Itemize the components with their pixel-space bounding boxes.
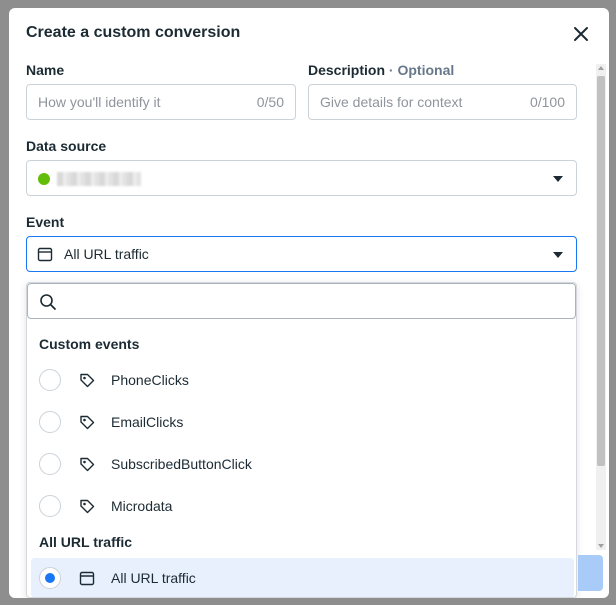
- tag-icon: [80, 415, 95, 430]
- description-placeholder: Give details for context: [320, 94, 463, 110]
- search-icon: [40, 294, 56, 310]
- event-selected-value: All URL traffic: [64, 246, 149, 262]
- option-label: EmailClicks: [111, 414, 184, 430]
- chevron-down-icon: [553, 176, 563, 182]
- radio-button-selected[interactable]: [39, 567, 61, 589]
- description-label: Description · Optional: [308, 62, 454, 78]
- dialog-header: Create a custom conversion: [9, 8, 609, 60]
- data-source-label: Data source: [26, 138, 107, 154]
- optional-tag: Optional: [397, 62, 455, 78]
- all-url-traffic-heading: All URL traffic: [39, 534, 133, 550]
- option-label: Microdata: [111, 498, 173, 514]
- option-emailclicks[interactable]: EmailClicks: [31, 402, 574, 442]
- name-placeholder: How you'll identify it: [38, 94, 161, 110]
- event-dropdown-menu: Custom events PhoneClicks EmailClicks Su…: [26, 282, 577, 598]
- close-icon: [574, 27, 588, 41]
- tag-icon: [80, 499, 95, 514]
- dialog-title: Create a custom conversion: [26, 24, 241, 41]
- description-input[interactable]: Give details for context 0/100: [308, 84, 577, 120]
- name-input[interactable]: How you'll identify it 0/50: [26, 84, 296, 120]
- scrollbar-thumb[interactable]: [597, 76, 605, 466]
- custom-events-heading: Custom events: [39, 336, 140, 352]
- close-button[interactable]: [571, 24, 591, 44]
- radio-button[interactable]: [39, 411, 61, 433]
- radio-button[interactable]: [39, 369, 61, 391]
- option-label: PhoneClicks: [111, 372, 189, 388]
- calendar-icon: [37, 247, 53, 262]
- radio-button[interactable]: [39, 495, 61, 517]
- description-label-text: Description: [308, 62, 386, 78]
- calendar-icon: [79, 571, 95, 586]
- primary-action-button-partial[interactable]: [578, 555, 603, 591]
- option-phoneclicks[interactable]: PhoneClicks: [31, 360, 574, 400]
- scroll-up-arrow[interactable]: [598, 66, 604, 70]
- dropdown-search-input[interactable]: [27, 283, 576, 319]
- radio-button[interactable]: [39, 453, 61, 475]
- create-custom-conversion-dialog: Create a custom conversion Name How you'…: [9, 8, 609, 598]
- option-label: All URL traffic: [111, 570, 196, 586]
- redacted-data-source-name: [57, 172, 141, 186]
- option-label: SubscribedButtonClick: [111, 456, 252, 472]
- description-char-counter: 0/100: [529, 94, 565, 110]
- tag-icon: [80, 373, 95, 388]
- event-label: Event: [26, 214, 65, 230]
- name-char-counter: 0/50: [256, 94, 284, 110]
- description-separator: ·: [385, 62, 398, 78]
- event-select[interactable]: All URL traffic: [26, 236, 577, 272]
- tag-icon: [80, 457, 95, 472]
- status-dot: [38, 173, 50, 185]
- data-source-select[interactable]: [26, 160, 577, 196]
- name-label: Name: [26, 62, 65, 78]
- option-subscribedbuttonclick[interactable]: SubscribedButtonClick: [31, 444, 574, 484]
- option-all-url-traffic[interactable]: All URL traffic: [31, 558, 574, 597]
- scrollbar[interactable]: [596, 64, 606, 550]
- chevron-down-icon: [553, 252, 563, 258]
- scroll-down-arrow[interactable]: [598, 544, 604, 548]
- option-microdata[interactable]: Microdata: [31, 486, 574, 526]
